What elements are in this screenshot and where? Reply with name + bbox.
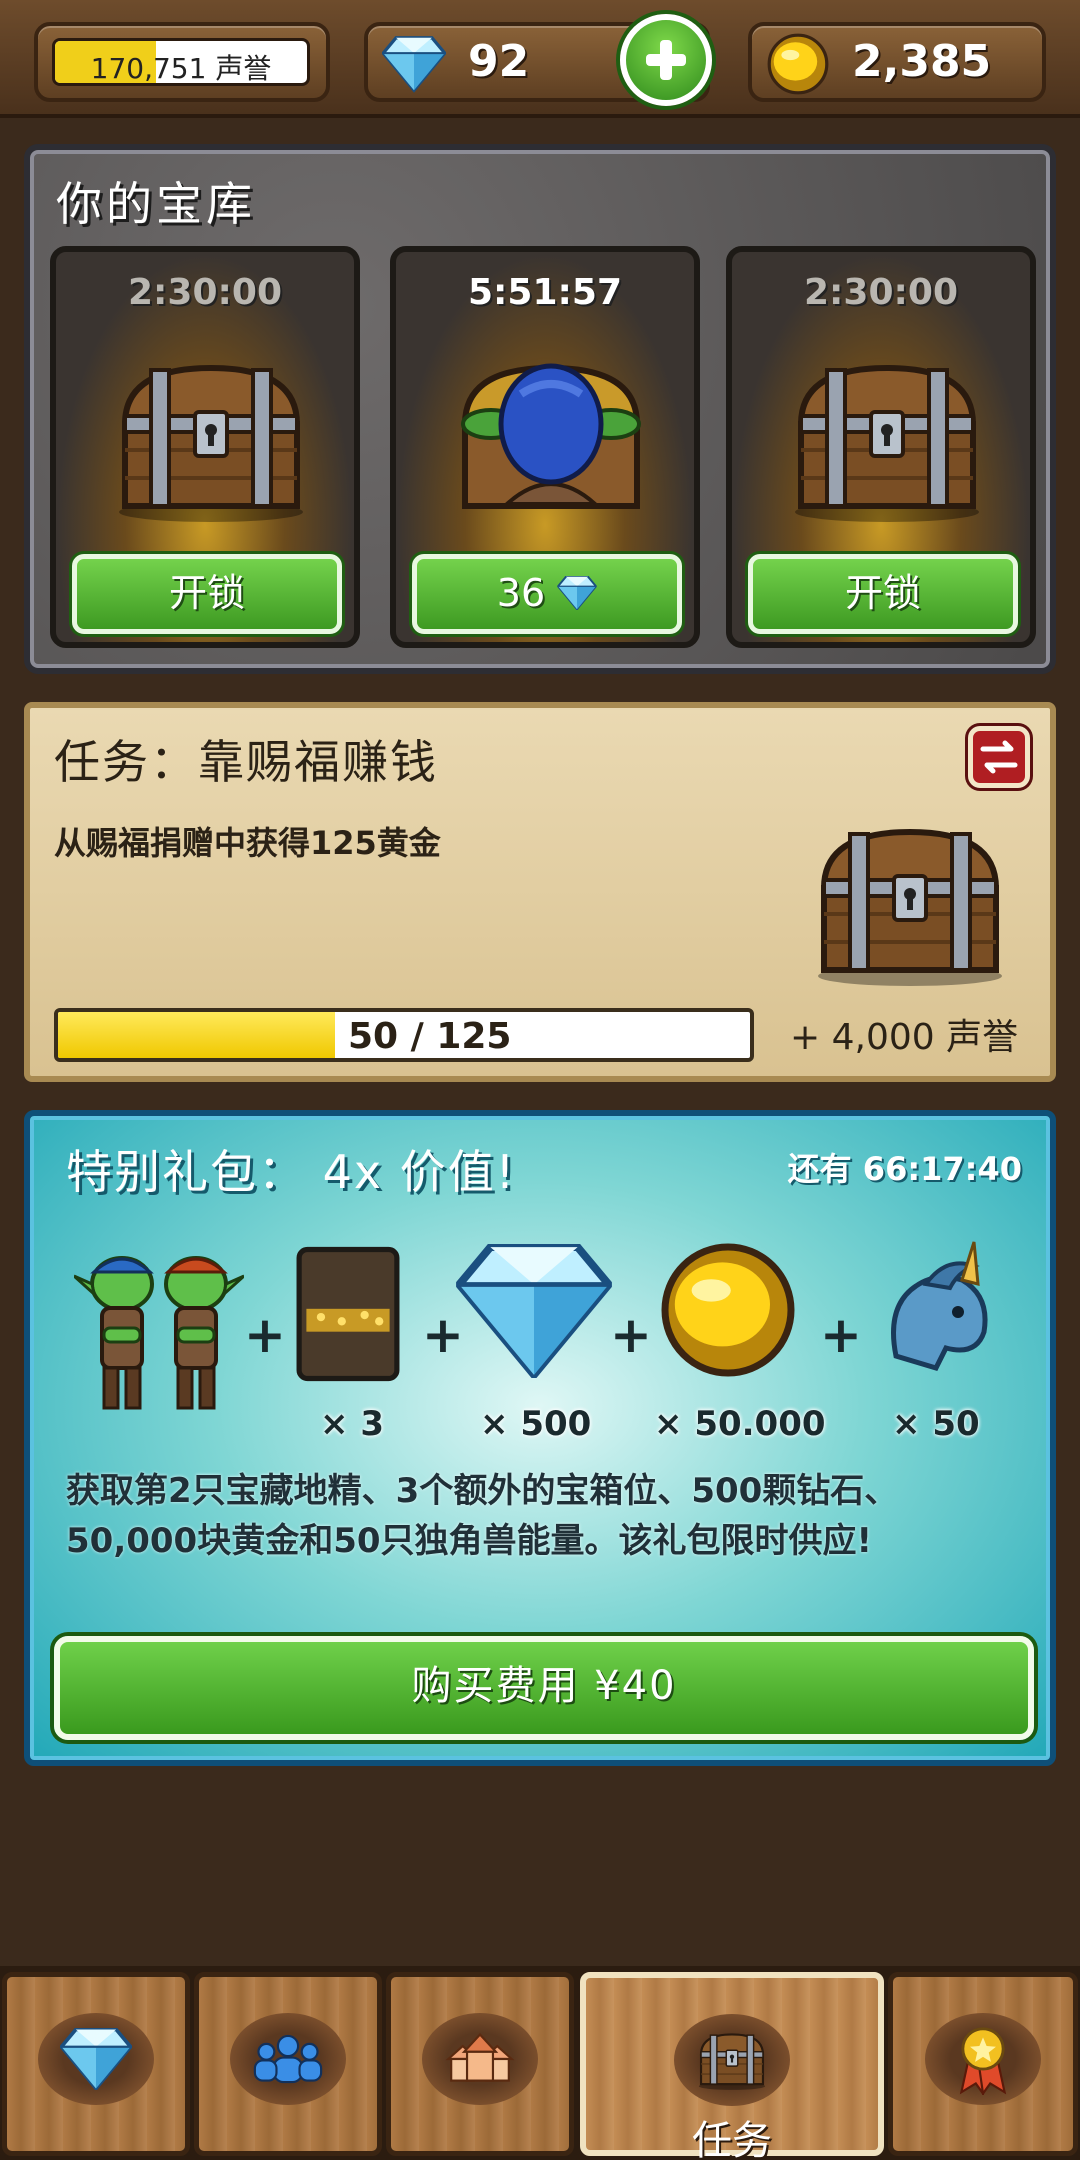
chest-icon bbox=[111, 354, 311, 524]
offer-title: 特别礼包： 4x 价值! bbox=[66, 1145, 517, 1199]
diamond-icon bbox=[456, 1244, 612, 1378]
top-bar: 170,751 声誉 92 2,385 bbox=[0, 0, 1080, 118]
offer-description: 获取第2只宝藏地精、3个额外的宝箱位、500颗钻石、50,000块黄金和50只独… bbox=[66, 1471, 899, 1561]
gold-counter: 2,385 bbox=[748, 22, 1046, 102]
diamond-icon bbox=[382, 32, 446, 96]
vault-slot-3[interactable]: 2:30:00 开锁 bbox=[726, 246, 1036, 648]
plus-sign: + bbox=[820, 1306, 862, 1364]
tab-achievements[interactable] bbox=[888, 1972, 1078, 2156]
speed-up-cost: 36 bbox=[496, 571, 546, 615]
reputation-text: 170,751 声誉 bbox=[90, 52, 272, 85]
slot-timer: 2:30:00 bbox=[127, 272, 283, 313]
tab-village[interactable] bbox=[386, 1972, 574, 2156]
medal-icon bbox=[947, 2023, 1019, 2095]
quest-progress-text: 50 / 125 bbox=[348, 1016, 512, 1057]
reputation-display: 170,751 声誉 bbox=[34, 22, 330, 102]
tab-gems[interactable] bbox=[2, 1972, 190, 2156]
reputation-bar: 170,751 声誉 bbox=[52, 38, 310, 86]
tab-people[interactable] bbox=[194, 1972, 382, 2156]
item-qty: × 500 bbox=[480, 1404, 592, 1444]
vault-slot-2[interactable]: 5:51:57 36 bbox=[390, 246, 700, 648]
slot-timer: 2:30:00 bbox=[803, 272, 959, 313]
swap-quest-button[interactable] bbox=[968, 726, 1030, 788]
unlock-button[interactable]: 开锁 bbox=[748, 554, 1018, 634]
goblin-pair-icon bbox=[74, 1236, 244, 1416]
gems-icon bbox=[60, 2023, 132, 2095]
chest-slot-icon bbox=[296, 1246, 400, 1382]
reward-chest-icon bbox=[810, 818, 1010, 988]
quest-title: 任务：靠赐福赚钱 bbox=[54, 735, 438, 789]
offer-timer: 还有 66:17:40 bbox=[787, 1150, 1022, 1188]
diamond-icon bbox=[557, 576, 597, 610]
slot-timer: 5:51:57 bbox=[467, 272, 623, 313]
vault-title: 你的宝库 bbox=[56, 177, 256, 231]
chest-icon bbox=[696, 2024, 768, 2096]
goblin-chest-icon bbox=[451, 354, 651, 524]
quest-description: 从赐福捐赠中获得125黄金 bbox=[54, 824, 441, 862]
speed-up-button[interactable]: 36 bbox=[412, 554, 682, 634]
item-qty: × 50.000 bbox=[654, 1404, 826, 1444]
tab-quests[interactable]: 任务 bbox=[580, 1972, 884, 2160]
gem-count: 92 bbox=[468, 36, 530, 87]
gold-coin-icon bbox=[658, 1240, 798, 1380]
item-qty: × 50 bbox=[892, 1404, 980, 1444]
plus-sign: + bbox=[610, 1306, 652, 1364]
quest-panel: 任务：靠赐福赚钱 从赐福捐赠中获得125黄金 50 / 125 + 4,000 … bbox=[24, 702, 1056, 1082]
tab-quests-label: 任务 bbox=[692, 2118, 772, 2160]
add-gems-button[interactable] bbox=[620, 14, 712, 106]
vault-panel: 你的宝库 2:30:00 开锁 5:51:57 36 2:30:00 开锁 bbox=[24, 144, 1056, 674]
plus-sign: + bbox=[244, 1306, 286, 1364]
quest-reward: + 4,000 声誉 bbox=[790, 1017, 1019, 1058]
bottom-navigation: 任务 bbox=[0, 1966, 1080, 2160]
vault-slot-1[interactable]: 2:30:00 开锁 bbox=[50, 246, 360, 648]
houses-icon bbox=[444, 2023, 516, 2095]
chest-icon bbox=[787, 354, 987, 524]
special-offer-panel: 特别礼包： 4x 价值! 还有 66:17:40 + × 3 + × 500 +… bbox=[24, 1110, 1056, 1766]
gold-count: 2,385 bbox=[852, 36, 992, 87]
swap-icon bbox=[980, 740, 1018, 774]
gold-coin-icon bbox=[766, 32, 830, 96]
quest-progress-fill bbox=[58, 1012, 335, 1058]
buy-offer-button[interactable]: 购买费用 ¥40 bbox=[54, 1636, 1034, 1740]
quest-progress-bar: 50 / 125 bbox=[54, 1008, 754, 1062]
people-icon bbox=[252, 2023, 324, 2095]
unlock-button[interactable]: 开锁 bbox=[72, 554, 342, 634]
unicorn-icon bbox=[866, 1236, 1006, 1376]
item-qty: × 3 bbox=[320, 1404, 384, 1444]
